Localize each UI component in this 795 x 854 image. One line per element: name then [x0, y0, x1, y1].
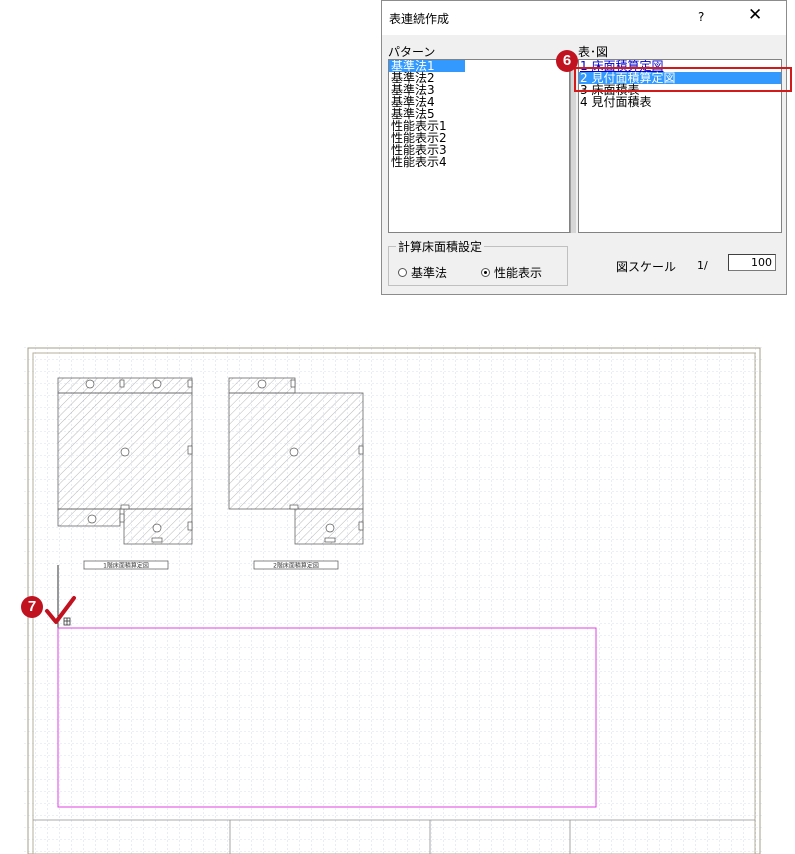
dialog-title: 表連続作成 [389, 12, 450, 26]
scale-prefix: 1/ [697, 259, 708, 272]
radio-seino-hyoji[interactable]: 性能表示 [481, 264, 542, 281]
scale-input[interactable]: 100 [728, 254, 776, 271]
table-series-dialog: 表連続作成 ? ✕ パターン 基準法1 基準法2 基準法3 基準法4 基準法5 … [381, 0, 787, 295]
radio-kijunho[interactable]: 基準法 [398, 264, 447, 281]
radio-circle-selected[interactable] [481, 268, 490, 277]
step-7-marker: 7 [21, 596, 43, 618]
floor-2-caption: 2階床面積算定図 [273, 562, 319, 570]
tables-label: 表･図 [578, 45, 609, 59]
area-setting-group: 計算床面積設定 基準法 性能表示 [388, 238, 568, 286]
scale-label: 図スケール [616, 260, 677, 274]
step-6-marker: 6 [556, 50, 578, 72]
dialog-titlebar: 表連続作成 ? ✕ [382, 1, 786, 35]
pattern-listbox[interactable]: 基準法1 基準法2 基準法3 基準法4 基準法5 性能表示1 性能表示2 性能表… [388, 59, 570, 233]
cad-drawing-area[interactable]: 1階床面積算定図 2階床面積算定図 [0, 330, 795, 854]
radio-circle[interactable] [398, 268, 407, 277]
pattern-label: パターン [388, 45, 436, 59]
table-item-frontal-area-table[interactable]: 4 見付面積表 [579, 96, 781, 108]
area-setting-legend: 計算床面積設定 [396, 238, 485, 255]
selection-highlight-box [574, 67, 792, 92]
help-button[interactable]: ? [698, 10, 704, 24]
pattern-item[interactable]: 性能表示4 [389, 156, 569, 168]
radio-label: 基準法 [411, 266, 448, 280]
close-button[interactable]: ✕ [748, 5, 762, 25]
floor-1-caption: 1階床面積算定図 [103, 562, 149, 570]
radio-label: 性能表示 [494, 266, 543, 280]
